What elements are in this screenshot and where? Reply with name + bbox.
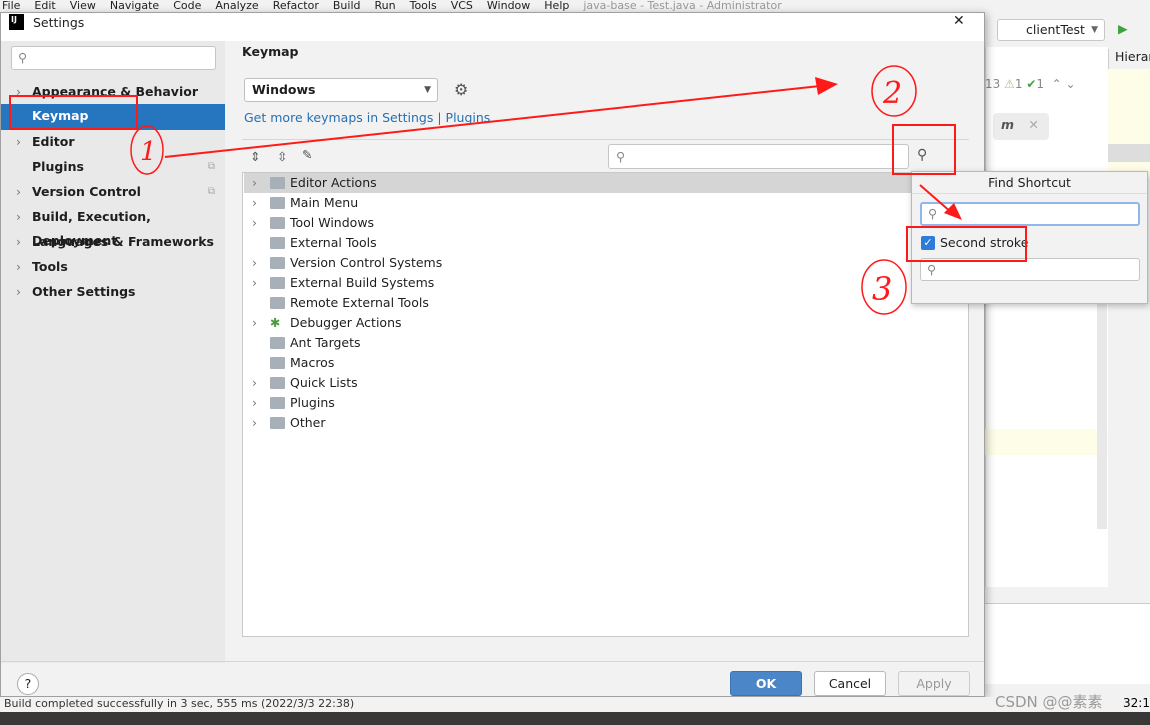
annotation-box-keymap [9, 95, 138, 130]
status-bar: Build completed successfully in 3 sec, 5… [0, 697, 1150, 712]
clock: 32:13 [1123, 696, 1150, 710]
status-text: Build completed successfully in 3 sec, 5… [4, 697, 355, 710]
annotation-label-1: 1 [140, 137, 157, 167]
annotation-label-2: 2 [882, 76, 902, 111]
annotation-arrow-1 [164, 85, 821, 158]
annotation-arrow-2 [919, 184, 953, 214]
arrowhead-icon [815, 77, 838, 95]
annotation-box-find-shortcut [892, 124, 956, 175]
arrowhead-icon [944, 203, 962, 220]
annotation-label-3: 3 [872, 270, 892, 308]
annotation-box-second-stroke [906, 226, 1027, 262]
csdn-watermark: CSDN @@素素 [995, 693, 1103, 711]
red-annotations: 1 2 3 [9, 65, 1027, 315]
taskbar [0, 712, 1150, 725]
